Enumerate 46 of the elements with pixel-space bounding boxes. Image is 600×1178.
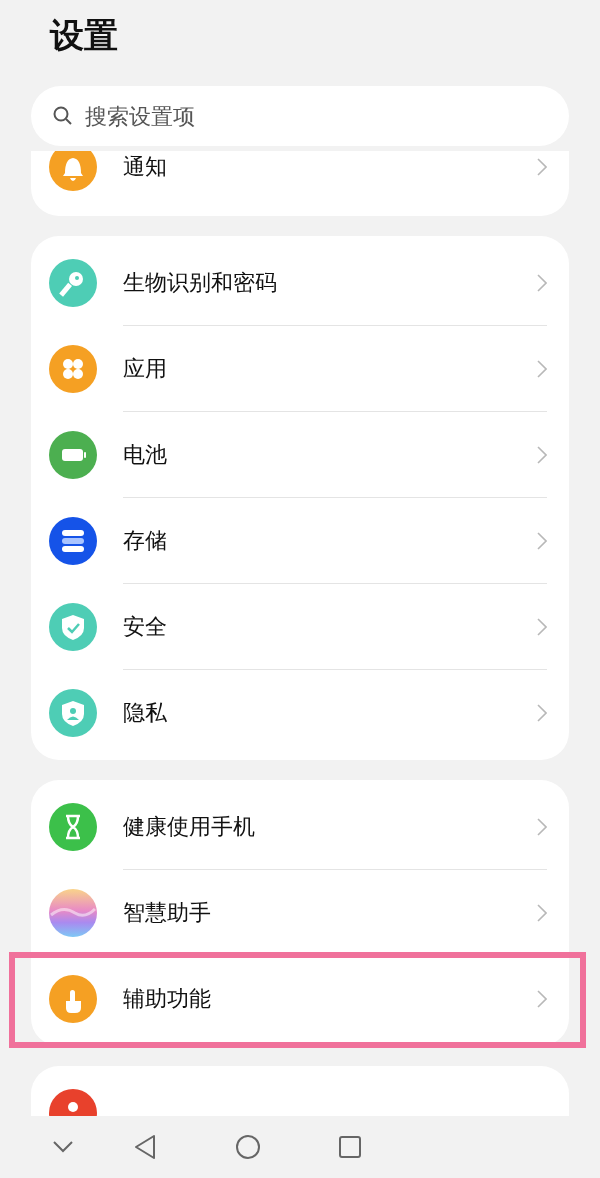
settings-row[interactable]: 安全	[31, 584, 569, 670]
settings-row[interactable]: 辅助功能	[31, 956, 569, 1042]
back-icon[interactable]	[133, 1134, 157, 1160]
settings-row[interactable]: 智慧助手	[31, 870, 569, 956]
chevron-icon	[537, 817, 547, 836]
key-icon	[49, 259, 97, 307]
page-title: 设置	[50, 18, 118, 52]
search-icon	[53, 106, 73, 126]
chevron-icon	[537, 903, 547, 922]
chevron-icon	[537, 617, 547, 636]
row-label: 应用	[123, 357, 167, 380]
settings-row[interactable]: 电池	[31, 412, 569, 498]
row-label: 存储	[123, 529, 167, 552]
apps-icon	[49, 345, 97, 393]
row-label: 隐私	[123, 702, 167, 724]
chevron-icon	[537, 704, 547, 722]
chevron-icon	[537, 273, 547, 292]
settings-row[interactable]: 通知	[31, 151, 569, 210]
storage-icon	[49, 517, 97, 565]
row-label: 安全	[123, 615, 167, 638]
row-label: 生物识别和密码	[123, 271, 277, 294]
row-label: 电池	[123, 443, 167, 466]
settings-row[interactable]: 应用	[31, 326, 569, 412]
chevron-icon	[537, 158, 547, 176]
chevron-icon	[537, 531, 547, 550]
battery-icon	[49, 431, 97, 479]
shield-icon	[49, 603, 97, 651]
row-label: 辅助功能	[123, 988, 211, 1010]
chevron-icon	[537, 445, 547, 464]
home-icon[interactable]	[235, 1134, 261, 1160]
settings-row[interactable]: 生物识别和密码	[31, 240, 569, 326]
settings-row[interactable]: 健康使用手机	[31, 784, 569, 870]
chevron-icon	[537, 359, 547, 378]
privacy-icon	[49, 689, 97, 737]
recent-apps-icon[interactable]	[339, 1136, 361, 1158]
search-field[interactable]: 搜索设置项	[31, 86, 569, 146]
swirl-icon	[49, 889, 97, 937]
row-label: 通知	[123, 156, 167, 178]
row-label: 智慧助手	[123, 901, 211, 924]
chevron-icon	[537, 990, 547, 1008]
hand-icon	[49, 975, 97, 1023]
settings-row[interactable]: 隐私	[31, 670, 569, 756]
hourglass-icon	[49, 803, 97, 851]
row-label: 健康使用手机	[123, 815, 255, 838]
settings-row[interactable]: 存储	[31, 498, 569, 584]
chevron-down-icon[interactable]	[52, 1140, 74, 1154]
